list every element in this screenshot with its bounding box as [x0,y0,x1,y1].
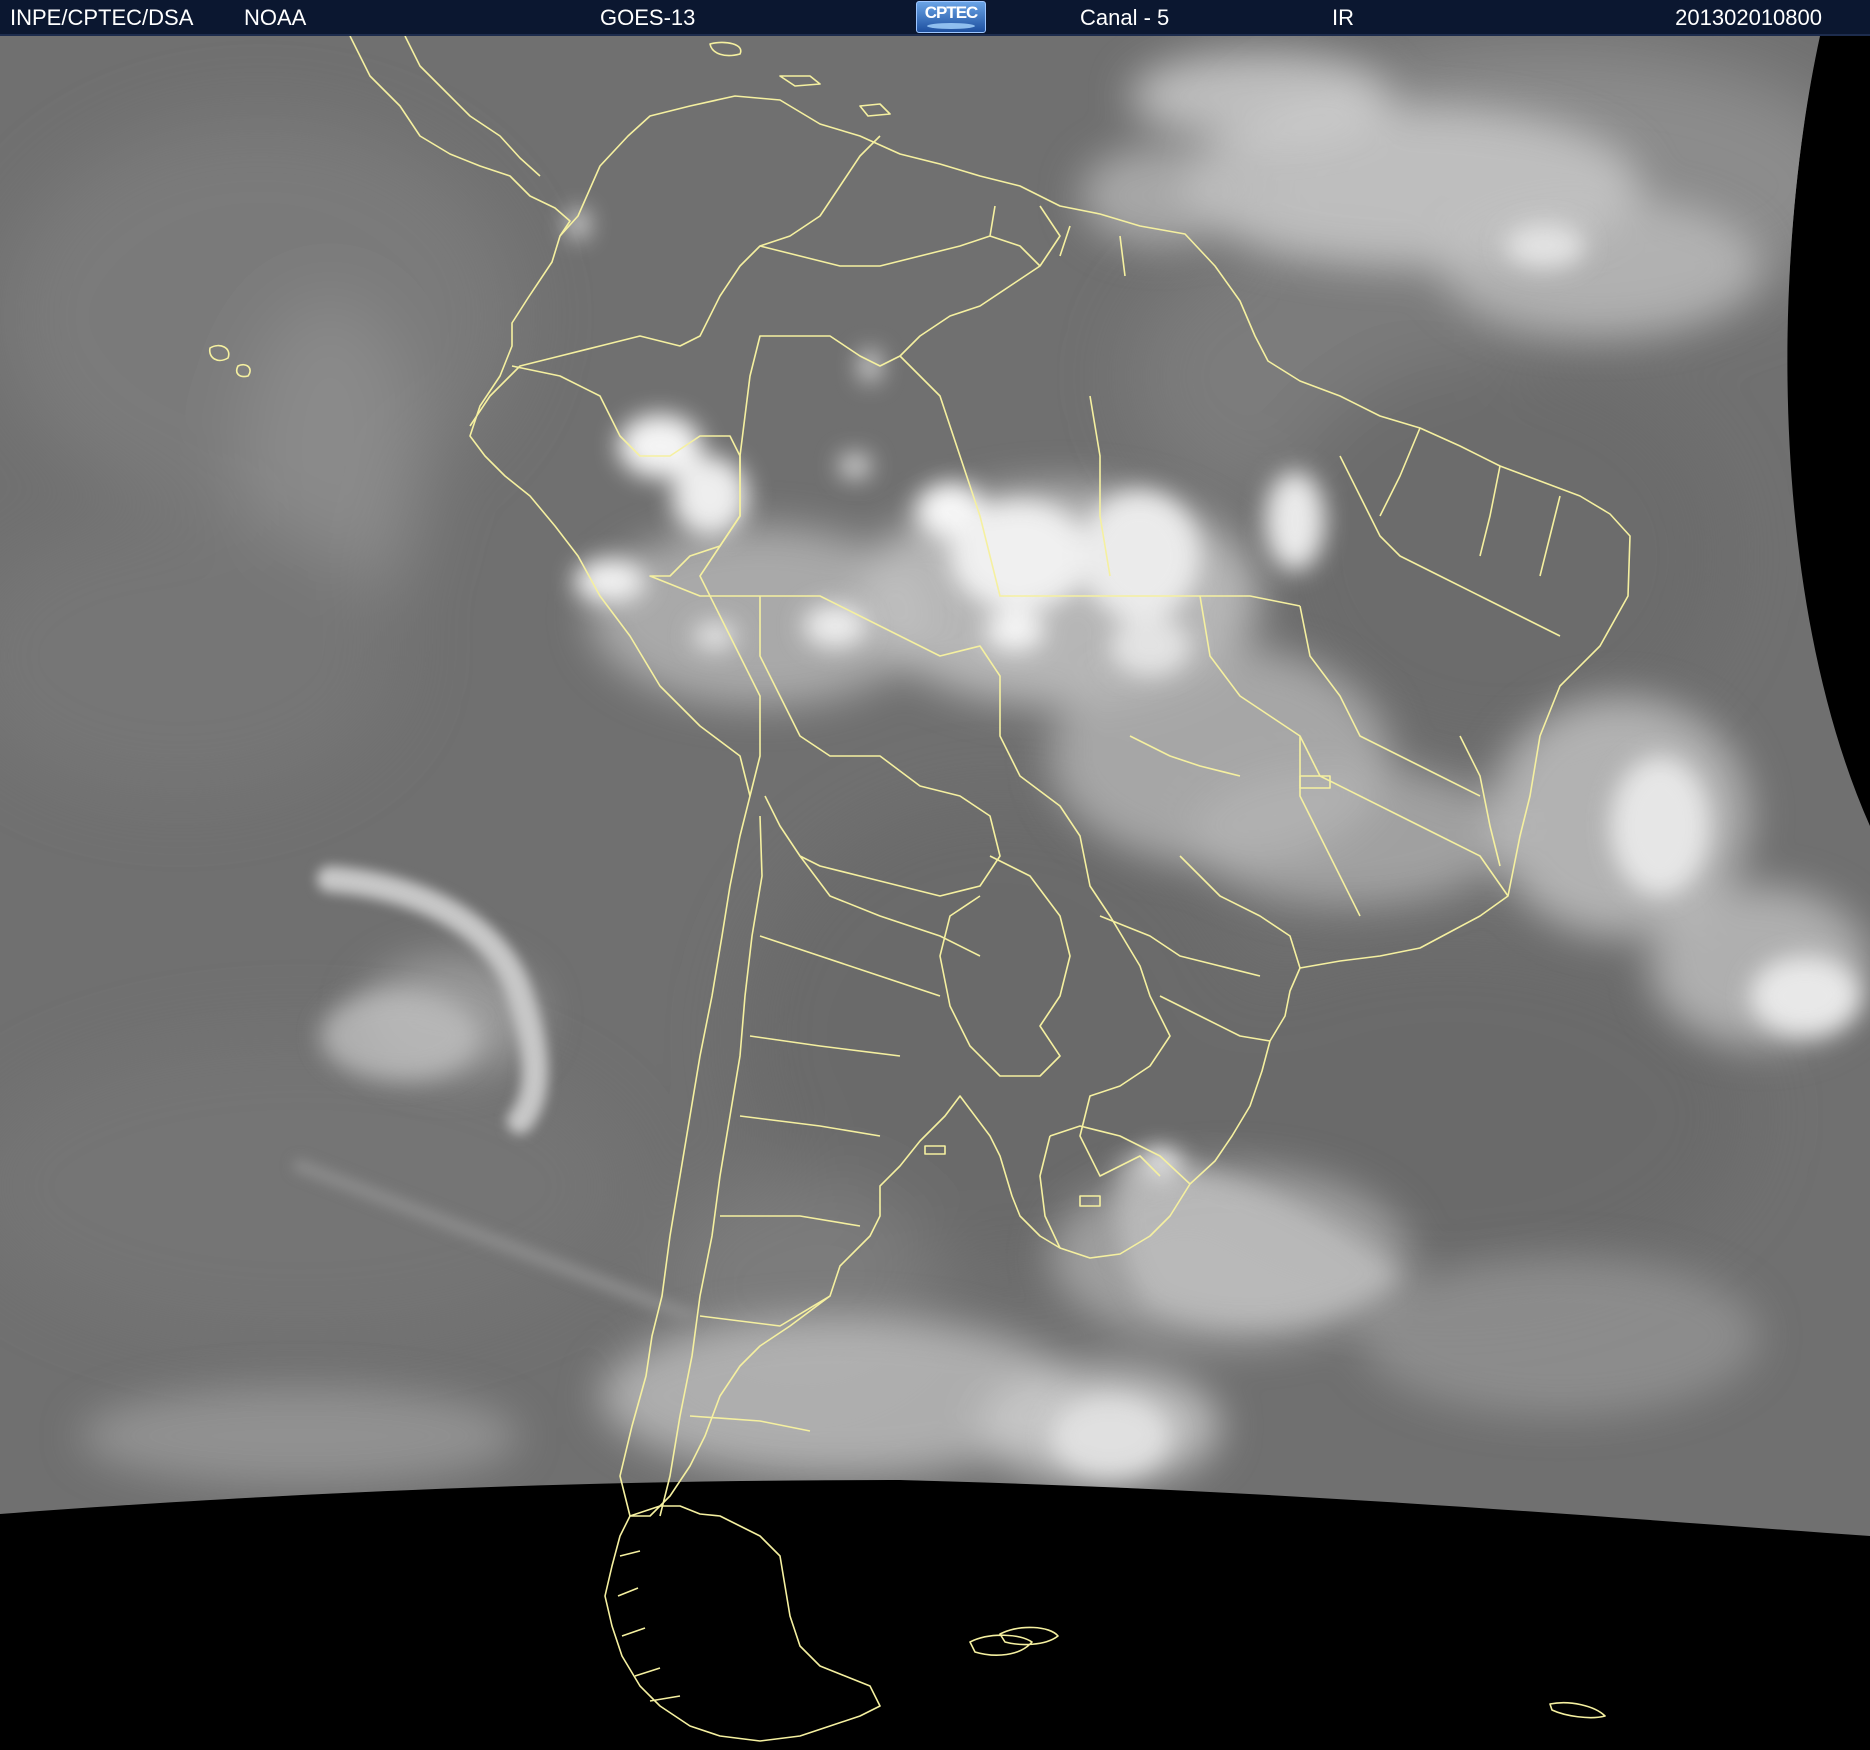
channel-label: Canal - 5 [1080,5,1170,30]
band-label: IR [1332,5,1354,30]
logo-text: CPTEC [924,3,979,22]
satellite-image [0,36,1870,1750]
header-bar: INPE/CPTEC/DSA NOAA GOES-13 CPTEC Canal … [0,0,1870,36]
source-label: NOAA [244,5,307,30]
satellite-label: GOES-13 [600,5,696,30]
cptec-logo: CPTEC [916,1,986,33]
logo-swoosh-icon [927,23,975,29]
timestamp-label: 201302010800 [1675,5,1822,30]
organization-label: INPE/CPTEC/DSA [10,5,194,30]
satellite-map [0,36,1870,1750]
